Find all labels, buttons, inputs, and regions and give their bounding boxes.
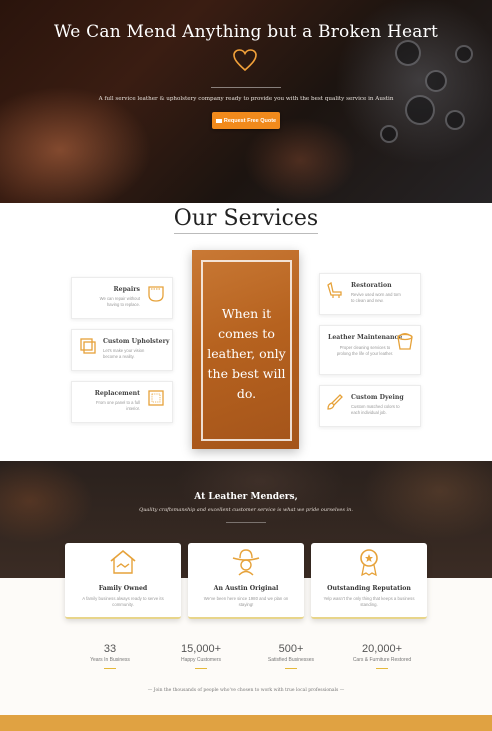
service-title: Replacement <box>94 390 140 397</box>
card-desc: A family business always ready to serve … <box>82 596 164 607</box>
dashboard-knob <box>395 40 421 66</box>
hero-divider <box>211 87 281 88</box>
stat-customers: 15,000+ Happy Customers <box>151 643 251 669</box>
card-desc: We've been here since 1980 and we plan o… <box>203 596 289 607</box>
bucket-icon <box>397 333 413 350</box>
about-card-austin-original: An Austin Original We've been here since… <box>188 543 304 619</box>
cowboy-icon <box>232 549 260 576</box>
footer-bar <box>0 715 492 731</box>
service-desc: We can repair without having to replace. <box>99 296 140 307</box>
service-desc: Proper cleaning services to prolong the … <box>336 345 394 356</box>
feature-panel: When it comes to leather, only the best … <box>192 250 299 449</box>
stat-label: Happy Customers <box>180 657 221 663</box>
card-title: Family Owned <box>98 585 148 592</box>
service-desc: Custom matched colors to each individual… <box>351 404 400 415</box>
services-title: Our Services <box>173 206 319 231</box>
service-card-restoration[interactable]: Restoration Revive used worn and torn to… <box>319 273 421 315</box>
hero-section: We Can Mend Anything but a Broken Heart … <box>0 0 492 203</box>
service-card-replacement[interactable]: Replacement From one panel to a full int… <box>71 381 173 423</box>
stat-years: 33 Years In Business <box>60 643 160 669</box>
service-desc: Revive used worn and torn to clean and n… <box>351 292 401 303</box>
stat-underline <box>195 668 207 669</box>
service-card-repairs[interactable]: Repairs We can repair without having to … <box>71 277 173 319</box>
heart-icon <box>233 49 257 72</box>
hero-title: We Can Mend Anything but a Broken Heart <box>54 22 438 42</box>
card-title: An Austin Original <box>213 585 279 592</box>
dashboard-knob <box>380 125 398 143</box>
panel-icon <box>148 390 164 406</box>
dashboard-knob <box>445 110 465 130</box>
dashboard-knob <box>425 70 447 92</box>
pocket-icon <box>148 286 164 302</box>
about-subtitle: Quality craftsmanship and excellent cust… <box>139 507 353 513</box>
about-title: At Leather Menders, <box>194 492 298 502</box>
service-title: Leather Maintenance <box>328 334 403 341</box>
about-divider <box>226 522 266 523</box>
car-seat-icon <box>327 281 342 298</box>
service-desc: Let's make your vision become a reality. <box>103 348 145 359</box>
stat-underline <box>104 668 116 669</box>
about-card-reputation: Outstanding Reputation Yelp wasn't the o… <box>311 543 427 619</box>
paint-brush-icon <box>327 394 343 410</box>
hero-subtitle: A full service leather & upholstery comp… <box>98 96 394 102</box>
services-title-divider <box>174 233 318 234</box>
stat-value: 15,000+ <box>180 643 222 655</box>
service-card-leather-maintenance[interactable]: Leather Maintenance Proper cleaning serv… <box>319 325 421 375</box>
envelope-icon <box>215 118 222 123</box>
stat-value: 20,000+ <box>361 643 403 655</box>
service-desc: From one panel to a full interior. <box>96 400 140 411</box>
stat-businesses: 500+ Satisfied Businesses <box>241 643 341 669</box>
fabric-swatch-icon <box>80 338 96 354</box>
card-title: Outstanding Reputation <box>327 585 411 592</box>
card-desc: Yelp wasn't the only thing that keeps a … <box>323 596 415 607</box>
join-tagline: — Join the thousands of people who've ch… <box>147 688 345 693</box>
stat-label: Cars & Furniture Restored <box>352 657 412 663</box>
dashboard-knob <box>455 45 473 63</box>
feature-text: When it comes to leather, only the best … <box>207 306 286 401</box>
stat-value: 33 <box>103 643 117 655</box>
stat-restored: 20,000+ Cars & Furniture Restored <box>332 643 432 669</box>
request-quote-label: Request Free Quote <box>223 117 277 124</box>
service-title: Restoration <box>351 282 392 289</box>
service-card-custom-dyeing[interactable]: Custom Dyeing Custom matched colors to e… <box>319 385 421 427</box>
stat-underline <box>285 668 297 669</box>
stat-label: Satisfied Businesses <box>267 657 315 663</box>
about-card-family-owned: Family Owned A family business always re… <box>65 543 181 619</box>
service-card-custom-upholstery[interactable]: Custom Upholstery Let's make your vision… <box>71 329 173 371</box>
service-title: Custom Dyeing <box>351 394 404 401</box>
stat-underline <box>376 668 388 669</box>
service-title: Repairs <box>113 286 140 293</box>
service-title: Custom Upholstery <box>103 338 170 345</box>
stat-label: Years In Business <box>90 657 130 663</box>
stat-value: 500+ <box>278 643 304 655</box>
request-quote-button[interactable]: Request Free Quote <box>212 112 280 129</box>
award-medal-icon <box>360 549 378 577</box>
house-handshake-icon <box>110 549 136 574</box>
feature-frame: When it comes to leather, only the best … <box>201 260 292 441</box>
